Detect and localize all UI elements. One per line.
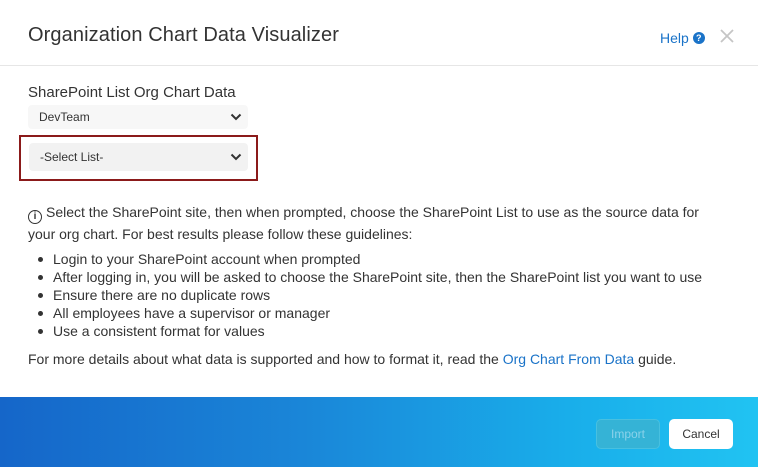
list-select-value: -Select List- (40, 150, 104, 164)
close-icon[interactable] (717, 26, 737, 46)
list-item: All employees have a supervisor or manag… (36, 304, 702, 322)
site-select-value: DevTeam (39, 110, 90, 124)
import-button[interactable]: Import (596, 419, 660, 449)
more-suffix: guide. (634, 351, 677, 367)
dialog-footer: Import Cancel (0, 397, 758, 467)
list-select[interactable]: -Select List- (29, 143, 248, 171)
dialog-header: Organization Chart Data Visualizer Help … (0, 0, 758, 66)
question-circle-icon: ? (692, 32, 705, 44)
section-label: SharePoint List Org Chart Data (28, 84, 236, 101)
guidelines-list: Login to your SharePoint account when pr… (36, 250, 702, 340)
more-prefix: For more details about what data is supp… (28, 351, 503, 367)
info-icon: i (28, 210, 42, 224)
list-item: After logging in, you will be asked to c… (36, 268, 702, 286)
info-intro: Select the SharePoint site, then when pr… (28, 204, 699, 242)
chevron-down-icon (230, 113, 242, 121)
info-text: i Select the SharePoint site, then when p… (28, 202, 728, 244)
dialog-title: Organization Chart Data Visualizer (28, 24, 339, 46)
list-item: Ensure there are no duplicate rows (36, 286, 702, 304)
cancel-button[interactable]: Cancel (669, 419, 733, 449)
org-chart-dialog: Organization Chart Data Visualizer Help … (0, 0, 758, 467)
chevron-down-icon (230, 153, 242, 161)
list-item: Use a consistent format for values (36, 322, 702, 340)
org-chart-from-data-link[interactable]: Org Chart From Data (503, 351, 634, 367)
more-details-text: For more details about what data is supp… (28, 350, 676, 368)
list-item: Login to your SharePoint account when pr… (36, 250, 702, 268)
help-link[interactable]: Help ? (660, 30, 705, 46)
site-select[interactable]: DevTeam (28, 105, 248, 129)
help-label: Help (660, 30, 689, 46)
